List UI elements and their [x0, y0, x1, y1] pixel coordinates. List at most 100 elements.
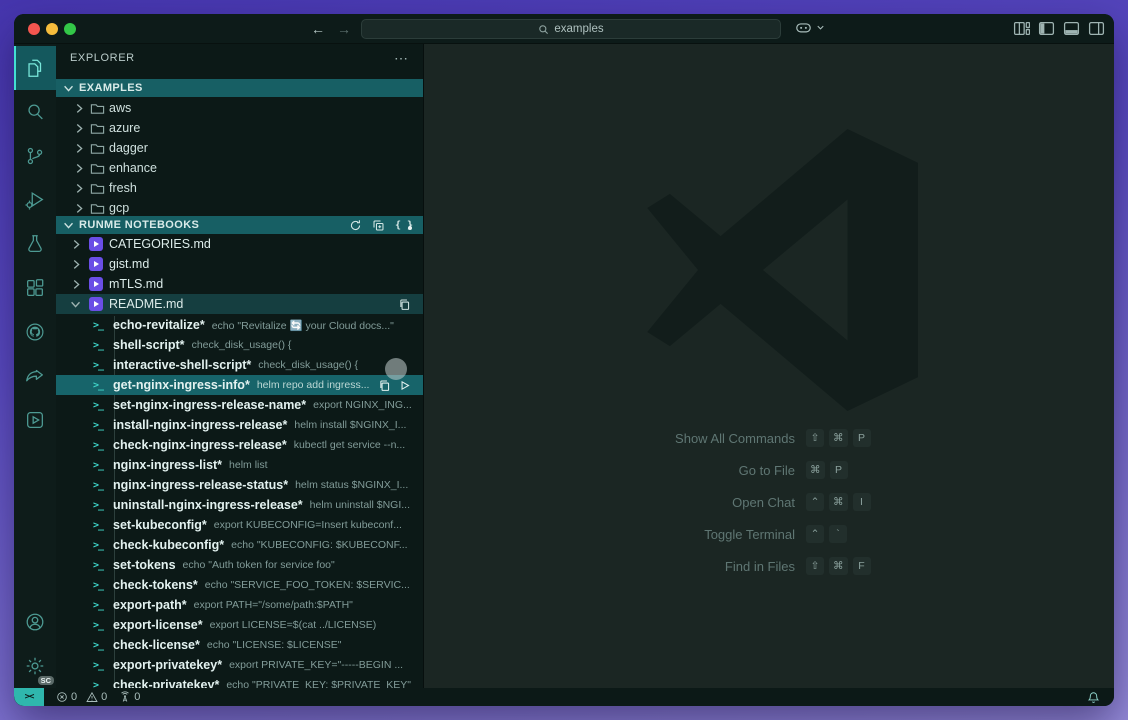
notebook-cell-row[interactable]: >_ export-license* export LICENSE=$(cat …	[56, 615, 423, 635]
notebook-cell-row[interactable]: >_ get-nginx-ingress-info* helm repo add…	[56, 375, 423, 395]
notebook-cell-row[interactable]: >_ set-kubeconfig* export KUBECONFIG=Ins…	[56, 515, 423, 535]
section-label: RUNME NOTEBOOKS	[79, 219, 199, 231]
activity-source-control[interactable]	[14, 134, 56, 178]
notebook-file-row[interactable]: README.md	[56, 294, 423, 314]
remote-indicator[interactable]: ><	[14, 688, 44, 706]
copy-icon[interactable]	[378, 379, 391, 392]
folder-row[interactable]: enhance	[56, 158, 423, 178]
copilot-menu-button[interactable]	[794, 18, 826, 37]
folder-row[interactable]: gcp	[56, 198, 423, 218]
cell-command-preview: helm uninstall $NGI...	[310, 499, 410, 511]
folder-row[interactable]: aws	[56, 98, 423, 118]
shortcut-keys: ⇧ ⌘ F	[806, 557, 871, 575]
section-header-examples[interactable]: EXAMPLES	[56, 79, 423, 97]
cell-command-preview: echo "SERVICE_FOO_TOKEN: $SERVIC...	[205, 579, 410, 591]
share-icon	[24, 365, 46, 387]
command-center-search[interactable]: examples	[361, 19, 781, 39]
error-icon	[56, 691, 68, 703]
ports-count: 0	[134, 691, 140, 703]
notebook-actions	[398, 298, 423, 311]
back-button[interactable]: ←	[308, 19, 328, 39]
notebook-cell-row[interactable]: >_ export-path* export PATH="/some/path:…	[56, 595, 423, 615]
notebook-cell-row[interactable]: >_ nginx-ingress-list* helm list	[56, 455, 423, 475]
notebook-cell-row[interactable]: >_ interactive-shell-script* check_disk_…	[56, 355, 423, 375]
notebook-cell-row[interactable]: >_ install-nginx-ingress-release* helm i…	[56, 415, 423, 435]
notebook-cell-row[interactable]: >_ shell-script* check_disk_usage() {	[56, 335, 423, 355]
notebook-cell-row[interactable]: >_ echo-revitalize* echo "Revitalize 🔄 y…	[56, 315, 423, 335]
cell-name: set-kubeconfig*	[113, 518, 207, 532]
runme-notebook-icon	[89, 257, 103, 271]
notebook-cell-row[interactable]: >_ check-tokens* echo "SERVICE_FOO_TOKEN…	[56, 575, 423, 595]
notebook-file-row[interactable]: CATEGORIES.md	[56, 234, 423, 254]
activity-accounts[interactable]	[14, 600, 56, 644]
examples-folder-list: aws azure	[56, 98, 423, 218]
cell-name: check-license*	[113, 638, 200, 652]
problems-status[interactable]: 0 0	[56, 691, 107, 703]
ports-status[interactable]: 0	[119, 691, 140, 703]
bell-icon[interactable]	[1087, 691, 1100, 704]
cell-name: export-path*	[113, 598, 187, 612]
activity-runme[interactable]	[14, 398, 56, 442]
activity-extensions[interactable]	[14, 266, 56, 310]
mouse-cursor-overlay	[385, 358, 407, 380]
notebook-file-name: mTLS.md	[109, 277, 163, 291]
editor-area: Show All Commands ⇧ ⌘ P Go to File ⌘	[424, 44, 1114, 688]
terminal-icon: >_	[93, 660, 108, 671]
notebook-cell-row[interactable]: >_ nginx-ingress-release-status* helm st…	[56, 475, 423, 495]
notebook-cell-row[interactable]: >_ set-tokens echo "Auth token for servi…	[56, 555, 423, 575]
shortcut-label: Open Chat	[424, 495, 795, 510]
more-actions-icon[interactable]: ⋯	[394, 50, 409, 67]
folder-row[interactable]: dagger	[56, 138, 423, 158]
chevron-down-icon	[815, 22, 826, 33]
search-value: examples	[554, 23, 603, 35]
new-notebook-icon[interactable]	[372, 219, 385, 232]
terminal-icon: >_	[93, 480, 108, 491]
explorer-icon	[24, 57, 46, 79]
shortcut-row: Go to File ⌘ P	[424, 454, 1114, 486]
folder-row[interactable]: azure	[56, 118, 423, 138]
activity-explorer[interactable]	[14, 46, 56, 90]
key-chip: ⌘	[829, 429, 848, 447]
shortcut-row: Show All Commands ⇧ ⌘ P	[424, 422, 1114, 454]
remote-indicator-icon: ><	[25, 692, 34, 702]
key-chip: P	[853, 429, 871, 447]
activity-search[interactable]	[14, 90, 56, 134]
section-header-runme-notebooks[interactable]: RUNME NOTEBOOKS { }	[56, 216, 423, 234]
refresh-icon[interactable]	[349, 219, 362, 232]
zoom-window-button[interactable]	[64, 23, 76, 35]
toggle-right-panel-icon[interactable]	[1088, 20, 1105, 37]
notebook-file-row[interactable]: gist.md	[56, 254, 423, 274]
notebook-cell-row[interactable]: >_ check-kubeconfig* echo "KUBECONFIG: $…	[56, 535, 423, 555]
activity-settings[interactable]: SC	[14, 644, 56, 688]
notebook-file-row[interactable]: mTLS.md	[56, 274, 423, 294]
cell-command-preview: check_disk_usage() {	[258, 359, 358, 371]
close-window-button[interactable]	[28, 23, 40, 35]
runme-notebook-icon	[89, 277, 103, 291]
activity-share[interactable]	[14, 354, 56, 398]
run-cell-icon[interactable]	[398, 379, 411, 392]
notebook-cell-row[interactable]: >_ uninstall-nginx-ingress-release* helm…	[56, 495, 423, 515]
notebook-cell-row[interactable]: >_ check-license* echo "LICENSE: $LICENS…	[56, 635, 423, 655]
activity-testing[interactable]	[14, 222, 56, 266]
folder-icon	[90, 121, 105, 136]
braces-icon[interactable]: { }	[395, 220, 413, 231]
activity-run-and-debug[interactable]	[14, 178, 56, 222]
cell-command-preview: export KUBECONFIG=Insert kubeconf...	[214, 519, 402, 531]
folder-row[interactable]: fresh	[56, 178, 423, 198]
notebook-cell-row[interactable]: >_ export-privatekey* export PRIVATE_KEY…	[56, 655, 423, 675]
toggle-left-panel-icon[interactable]	[1038, 20, 1055, 37]
activity-github[interactable]	[14, 310, 56, 354]
notebook-cell-row[interactable]: >_ check-privatekey* echo "PRIVATE_KEY: …	[56, 675, 423, 688]
terminal-icon: >_	[93, 640, 108, 651]
forward-button[interactable]: →	[334, 19, 354, 39]
cell-name: nginx-ingress-list*	[113, 458, 222, 472]
notebook-cell-row[interactable]: >_ check-nginx-ingress-release* kubectl …	[56, 435, 423, 455]
toggle-bottom-panel-icon[interactable]	[1063, 20, 1080, 37]
copy-icon[interactable]	[398, 298, 411, 311]
customize-layout-icon[interactable]	[1013, 20, 1030, 37]
cell-command-preview: helm status $NGINX_I...	[295, 479, 408, 491]
notebook-cell-row[interactable]: >_ set-nginx-ingress-release-name* expor…	[56, 395, 423, 415]
folder-icon	[90, 101, 105, 116]
minimize-window-button[interactable]	[46, 23, 58, 35]
chevron-icon	[69, 297, 83, 311]
